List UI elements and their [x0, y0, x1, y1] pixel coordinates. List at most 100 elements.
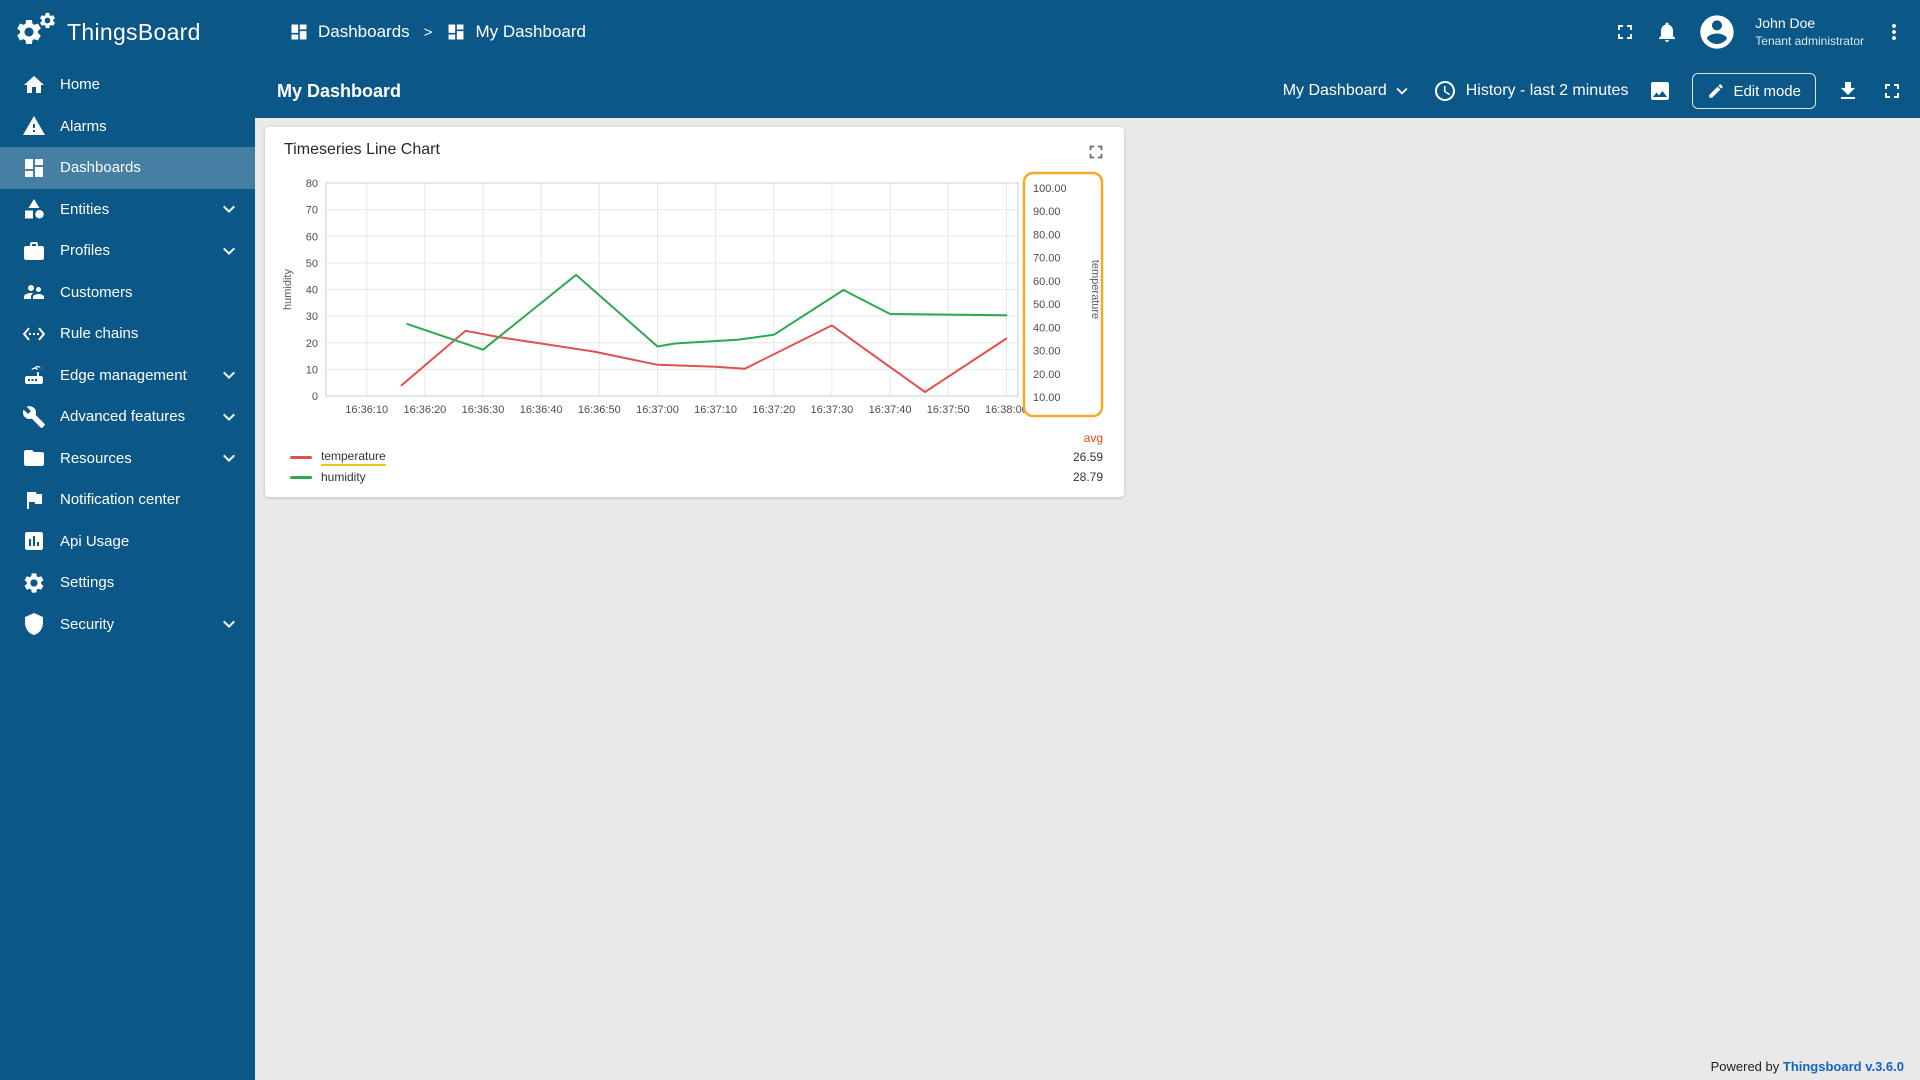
dashboard-toolbar: My Dashboard My Dashboard History - last…	[255, 64, 1920, 118]
toolbar-fullscreen-icon[interactable]	[1880, 79, 1904, 103]
alarms-icon	[22, 114, 46, 138]
sidebar-item-edge-management[interactable]: Edge management	[0, 355, 255, 397]
avatar[interactable]	[1697, 12, 1737, 52]
rule-chains-icon	[22, 322, 46, 346]
sidebar-item-settings[interactable]: Settings	[0, 562, 255, 604]
sidebar-item-advanced-features[interactable]: Advanced features	[0, 396, 255, 438]
sidebar-item-rule-chains[interactable]: Rule chains	[0, 313, 255, 355]
chevron-down-icon	[217, 446, 241, 470]
gear-icon	[38, 11, 57, 35]
svg-text:16:37:10: 16:37:10	[694, 404, 737, 416]
notifications-bell-icon[interactable]	[1655, 20, 1679, 44]
kebab-menu-icon[interactable]	[1882, 20, 1906, 44]
svg-text:80: 80	[306, 178, 318, 190]
sidebar-item-entities[interactable]: Entities	[0, 189, 255, 231]
svg-text:16:37:00: 16:37:00	[636, 404, 679, 416]
widget-expand-icon[interactable]	[1085, 141, 1107, 163]
home-icon	[22, 73, 46, 97]
version-link[interactable]: Thingsboard v.3.6.0	[1783, 1059, 1904, 1074]
advanced-features-icon	[22, 405, 46, 429]
breadcrumb: Dashboards > My Dashboard	[289, 22, 586, 42]
sidebar-item-label: Home	[60, 76, 101, 94]
svg-text:16:37:40: 16:37:40	[869, 404, 912, 416]
svg-text:16:37:50: 16:37:50	[927, 404, 970, 416]
fullscreen-icon[interactable]	[1613, 20, 1637, 44]
legend-avg-header[interactable]: avg	[1023, 431, 1103, 445]
legend-avg-value: 28.79	[1072, 470, 1103, 484]
edit-mode-button[interactable]: Edit mode	[1692, 73, 1816, 109]
sidebar-item-label: Notification center	[60, 491, 181, 509]
dashboard-select[interactable]: My Dashboard	[1283, 80, 1413, 102]
svg-text:16:37:30: 16:37:30	[810, 404, 853, 416]
sidebar-item-label: Profiles	[60, 242, 111, 260]
legend-item-temperature[interactable]: temperature	[290, 449, 386, 466]
svg-text:16:36:20: 16:36:20	[403, 404, 446, 416]
legend-swatch-icon	[290, 455, 312, 459]
dashboard-content: Timeseries Line Chart 0 10 20 30 40 50 60 70 80 1…	[255, 118, 1920, 1080]
sidebar-item-dashboards[interactable]: Dashboards	[0, 147, 255, 189]
legend-avg-value: 26.59	[1072, 450, 1103, 464]
security-icon	[22, 612, 46, 636]
svg-text:50: 50	[306, 258, 318, 270]
sidebar-item-home[interactable]: Home	[0, 64, 255, 106]
breadcrumb-label: My Dashboard	[475, 22, 586, 41]
pencil-icon	[1707, 82, 1725, 100]
breadcrumb-dashboards[interactable]: Dashboards	[289, 22, 410, 42]
history-button[interactable]: History - last 2 minutes	[1433, 79, 1629, 103]
widget-header: Timeseries Line Chart	[280, 139, 1109, 171]
svg-text:90.00: 90.00	[1033, 206, 1061, 218]
sidebar-item-alarms[interactable]: Alarms	[0, 106, 255, 148]
sidebar-item-resources[interactable]: Resources	[0, 438, 255, 480]
customers-icon	[22, 280, 46, 304]
footer: Powered by Thingsboard v.3.6.0	[1711, 1059, 1904, 1074]
sidebar-item-label: Rule chains	[60, 325, 139, 343]
svg-text:0: 0	[312, 391, 318, 403]
sidebar-item-api-usage[interactable]: Api Usage	[0, 521, 255, 563]
timeseries-chart[interactable]: 0 10 20 30 40 50 60 70 80 16:36:10 16:36:20 16:36:3…	[280, 171, 1109, 429]
sidebar-item-label: Resources	[60, 449, 132, 467]
series-humidity	[406, 273, 1008, 351]
header-actions: John Doe Tenant administrator	[1613, 12, 1906, 52]
main-column: Dashboards > My Dashboard John Doe Tenan…	[255, 0, 1920, 1080]
sidebar-item-security[interactable]: Security	[0, 604, 255, 646]
svg-text:16:36:30: 16:36:30	[462, 404, 505, 416]
breadcrumb-my-dashboard[interactable]: My Dashboard	[446, 22, 586, 42]
svg-text:40: 40	[306, 285, 318, 297]
header: Dashboards > My Dashboard John Doe Tenan…	[255, 0, 1920, 64]
thingsboard-logo-icon	[14, 10, 58, 54]
sidebar-item-customers[interactable]: Customers	[0, 272, 255, 314]
chevron-down-icon	[217, 363, 241, 387]
svg-text:70.00: 70.00	[1033, 253, 1061, 265]
legend-row-humidity: humidity 28.79	[290, 467, 1103, 487]
clock-icon	[1433, 79, 1457, 103]
resources-icon	[22, 446, 46, 470]
sidebar-item-label: Customers	[60, 283, 133, 301]
svg-text:70: 70	[306, 205, 318, 217]
settings-icon	[22, 571, 46, 595]
sidebar-item-profiles[interactable]: Profiles	[0, 230, 255, 272]
download-icon[interactable]	[1836, 79, 1860, 103]
svg-text:16:36:40: 16:36:40	[520, 404, 563, 416]
legend-swatch-icon	[290, 475, 312, 479]
app-root: ThingsBoard Home Alarms Dashboards Entities…	[0, 0, 1920, 1080]
history-label: History - last 2 minutes	[1465, 82, 1629, 99]
svg-text:10.00: 10.00	[1033, 392, 1061, 404]
svg-text:20: 20	[306, 338, 318, 350]
svg-text:16:38:00: 16:38:00	[985, 404, 1028, 416]
sidebar-item-label: Entities	[60, 200, 110, 218]
image-icon[interactable]	[1648, 79, 1672, 103]
chevron-down-icon	[217, 239, 241, 263]
chevron-down-icon	[217, 197, 241, 221]
notification-center-icon	[22, 488, 46, 512]
sidebar-item-label: Api Usage	[60, 532, 130, 550]
svg-text:10: 10	[306, 364, 318, 376]
user-name: John Doe	[1755, 15, 1816, 32]
dashboards-icon	[22, 156, 46, 180]
app-name: ThingsBoard	[67, 18, 201, 45]
sidebar-item-notification-center[interactable]: Notification center	[0, 479, 255, 521]
legend-item-humidity[interactable]: humidity	[290, 470, 366, 484]
svg-text:20.00: 20.00	[1033, 369, 1061, 381]
sidebar-item-label: Alarms	[60, 117, 107, 135]
sidebar-item-label: Settings	[60, 574, 115, 592]
thingsboard-logo[interactable]: ThingsBoard	[0, 0, 255, 64]
